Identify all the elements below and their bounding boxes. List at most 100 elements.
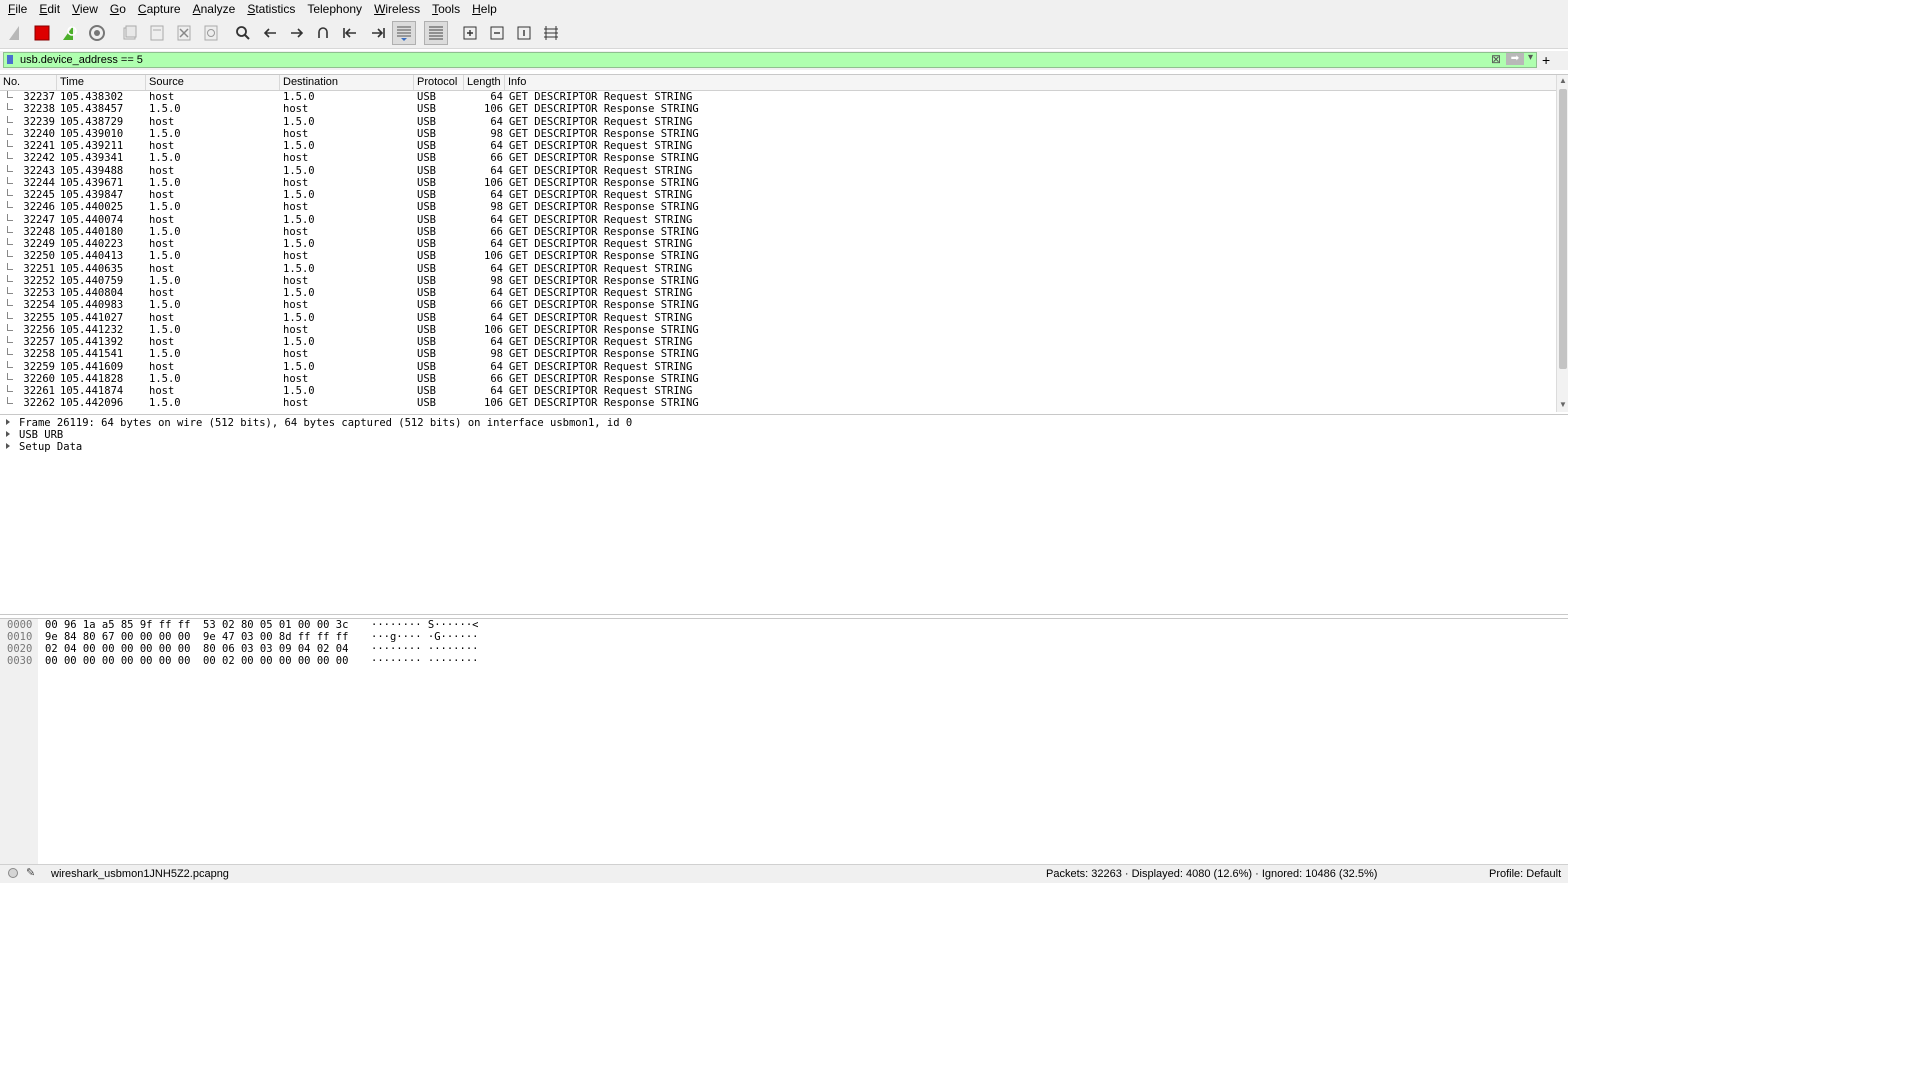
packet-row[interactable]: 32255 105.441027 host 1.5.0 USB 64 GET DESCRIP… bbox=[0, 311, 1556, 324]
column-header-destination[interactable]: Destination bbox=[280, 75, 414, 90]
packet-row[interactable]: 32243 105.439488 host 1.5.0 USB 64 GET DESCRIP… bbox=[0, 164, 1556, 177]
column-header-time[interactable]: Time bbox=[57, 75, 146, 90]
byte-hex[interactable]: 00 96 1a a5 85 9f ff ff 53 02 80 05 01 0… bbox=[45, 619, 348, 631]
detail-item-setup-data[interactable]: Setup Data bbox=[0, 441, 82, 453]
column-header-no[interactable]: No. bbox=[0, 75, 57, 90]
packet-row[interactable]: 32237 105.438302 host 1.5.0 USB 64 GET DESCRIP… bbox=[0, 91, 1556, 103]
add-filter-button[interactable]: + bbox=[1542, 51, 1550, 69]
packet-info: GET DESCRIPTOR Request STRING bbox=[509, 385, 693, 397]
packet-row[interactable]: 32251 105.440635 host 1.5.0 USB 64 GET DESCRIP… bbox=[0, 262, 1556, 275]
packet-row[interactable]: 32256 105.441232 1.5.0 host USB 106 GET DESCRI… bbox=[0, 323, 1556, 336]
resize-columns-icon[interactable] bbox=[539, 21, 563, 45]
detail-item-frame[interactable]: Frame 26119: 64 bytes on wire (512 bits)… bbox=[0, 417, 632, 429]
byte-ascii[interactable]: ········ S······< bbox=[371, 619, 478, 631]
byte-hex[interactable]: 9e 84 80 67 00 00 00 00 9e 47 03 00 8d f… bbox=[45, 631, 348, 643]
reload-icon[interactable] bbox=[199, 21, 223, 45]
expert-info-icon[interactable] bbox=[8, 868, 18, 878]
zoom-in-icon[interactable] bbox=[458, 21, 482, 45]
packet-row[interactable]: 32247 105.440074 host 1.5.0 USB 64 GET DESCRIP… bbox=[0, 213, 1556, 226]
packet-protocol: USB bbox=[417, 311, 436, 324]
column-header-protocol[interactable]: Protocol bbox=[414, 75, 464, 90]
packet-row[interactable]: 32246 105.440025 1.5.0 host USB 98 GET DESCRIP… bbox=[0, 201, 1556, 213]
back-arrow-icon[interactable] bbox=[258, 21, 282, 45]
apply-filter-icon[interactable]: ➡ bbox=[1506, 53, 1524, 65]
packet-row[interactable]: 32252 105.440759 1.5.0 host USB 98 GET DESCRIP… bbox=[0, 274, 1556, 287]
display-filter-input[interactable] bbox=[20, 53, 1480, 67]
menu-telephony[interactable]: Telephony bbox=[299, 1, 366, 18]
packet-row[interactable]: 32260 105.441828 1.5.0 host USB 66 GET DESCRIP… bbox=[0, 372, 1556, 385]
packet-row[interactable]: 32248 105.440180 1.5.0 host USB 66 GET DESCRIP… bbox=[0, 225, 1556, 238]
packet-row[interactable]: 32245 105.439847 host 1.5.0 USB 64 GET DESCRIP… bbox=[0, 189, 1556, 201]
menu-analyze[interactable]: Analyze bbox=[185, 1, 240, 18]
menu-view[interactable]: View bbox=[64, 1, 102, 18]
packet-row[interactable]: 32250 105.440413 1.5.0 host USB 106 GET DESCRI… bbox=[0, 250, 1556, 262]
byte-ascii[interactable]: ········ ········ bbox=[371, 655, 478, 667]
packet-row[interactable]: 32257 105.441392 host 1.5.0 USB 64 GET DESCRIP… bbox=[0, 336, 1556, 348]
detail-item-usb-urb[interactable]: USB URB bbox=[0, 429, 63, 441]
packet-list-scrollbar[interactable]: ▲ ▼ bbox=[1556, 75, 1568, 412]
profile-selector[interactable]: Profile: Default bbox=[1489, 868, 1561, 880]
scroll-down-icon[interactable]: ▼ bbox=[1559, 400, 1567, 409]
autoscroll-icon[interactable] bbox=[392, 21, 416, 45]
packet-row[interactable]: 32239 105.438729 host 1.5.0 USB 64 GET DESCRIP… bbox=[0, 115, 1556, 128]
byte-ascii[interactable]: ········ ········ bbox=[371, 643, 478, 655]
packet-row[interactable]: 32258 105.441541 1.5.0 host USB 98 GET DESCRIP… bbox=[0, 348, 1556, 360]
zoom-out-icon[interactable] bbox=[485, 21, 509, 45]
packet-row[interactable]: 32238 105.438457 1.5.0 host USB 106 GET DESCRI… bbox=[0, 103, 1556, 115]
save-file-icon[interactable] bbox=[145, 21, 169, 45]
column-header-source[interactable]: Source bbox=[146, 75, 280, 90]
packet-row[interactable]: 32261 105.441874 host 1.5.0 USB 64 GET DESCRIP… bbox=[0, 385, 1556, 397]
packet-row[interactable]: 32253 105.440804 host 1.5.0 USB 64 GET DESCRIP… bbox=[0, 287, 1556, 299]
menu-tools[interactable]: Tools bbox=[424, 1, 464, 18]
packet-number: 32253 bbox=[23, 287, 55, 299]
options-gear-icon[interactable] bbox=[85, 21, 109, 45]
capture-comment-icon[interactable]: ✎ bbox=[26, 866, 35, 879]
last-packet-icon[interactable] bbox=[366, 21, 390, 45]
byte-hex[interactable]: 00 00 00 00 00 00 00 00 00 02 00 00 00 0… bbox=[45, 655, 348, 667]
packet-row[interactable]: 32240 105.439010 1.5.0 host USB 98 GET DESCRIP… bbox=[0, 127, 1556, 140]
packet-row[interactable]: 32241 105.439211 host 1.5.0 USB 64 GET DESCRIP… bbox=[0, 140, 1556, 152]
packet-number: 32258 bbox=[23, 348, 55, 361]
restart-icon[interactable] bbox=[57, 21, 81, 45]
packet-row[interactable]: 32262 105.442096 1.5.0 host USB 106 GET DESCRI… bbox=[0, 397, 1556, 409]
column-header-info[interactable]: Info bbox=[505, 75, 1556, 90]
byte-ascii[interactable]: ···g···· ·G······ bbox=[371, 631, 478, 643]
scroll-up-icon[interactable]: ▲ bbox=[1559, 76, 1567, 85]
packet-row[interactable]: 32244 105.439671 1.5.0 host USB 106 GET DESCRI… bbox=[0, 176, 1556, 189]
packet-protocol: USB bbox=[417, 127, 436, 140]
expand-arrow-icon[interactable] bbox=[6, 431, 10, 437]
expand-arrow-icon[interactable] bbox=[6, 419, 10, 425]
packet-row[interactable]: 32259 105.441609 host 1.5.0 USB 64 GET DESCRIP… bbox=[0, 360, 1556, 373]
scrollbar-thumb[interactable] bbox=[1559, 89, 1567, 369]
column-header-length[interactable]: Length bbox=[464, 75, 505, 90]
goto-packet-icon[interactable] bbox=[311, 21, 335, 45]
packet-row[interactable]: 32242 105.439341 1.5.0 host USB 66 GET DESCRIP… bbox=[0, 152, 1556, 164]
open-file-icon[interactable] bbox=[118, 21, 142, 45]
find-icon[interactable] bbox=[231, 21, 255, 45]
forward-arrow-icon[interactable] bbox=[285, 21, 309, 45]
normal-size-icon[interactable] bbox=[512, 21, 536, 45]
clear-filter-icon[interactable]: ⊠ bbox=[1491, 52, 1501, 66]
byte-hex[interactable]: 02 04 00 00 00 00 00 00 80 06 03 03 09 0… bbox=[45, 643, 348, 655]
filter-bookmark-icon[interactable] bbox=[7, 55, 13, 64]
packet-row[interactable]: 32249 105.440223 host 1.5.0 USB 64 GET DESCRIP… bbox=[0, 238, 1556, 250]
menu-edit[interactable]: Edit bbox=[31, 1, 64, 18]
colorize-icon[interactable] bbox=[424, 21, 448, 45]
packet-protocol: USB bbox=[417, 176, 436, 189]
shark-fin-icon[interactable] bbox=[4, 21, 28, 45]
packet-row[interactable]: 32254 105.440983 1.5.0 host USB 66 GET DESCRIP… bbox=[0, 299, 1556, 311]
menu-wireless[interactable]: Wireless bbox=[366, 1, 424, 18]
close-file-icon[interactable] bbox=[172, 21, 196, 45]
packet-source: 1.5.0 bbox=[149, 250, 181, 263]
menu-help[interactable]: Help bbox=[464, 1, 501, 18]
menu-file[interactable]: File bbox=[0, 1, 31, 18]
packet-destination: 1.5.0 bbox=[283, 189, 315, 201]
expand-arrow-icon[interactable] bbox=[6, 443, 10, 449]
packet-protocol: USB bbox=[417, 140, 436, 152]
stop-icon[interactable] bbox=[30, 21, 54, 45]
menu-capture[interactable]: Capture bbox=[130, 1, 185, 18]
first-packet-icon[interactable] bbox=[338, 21, 362, 45]
filter-dropdown-icon[interactable]: ▾ bbox=[1528, 52, 1533, 63]
menu-go[interactable]: Go bbox=[102, 1, 130, 18]
menu-statistics[interactable]: Statistics bbox=[239, 1, 299, 18]
